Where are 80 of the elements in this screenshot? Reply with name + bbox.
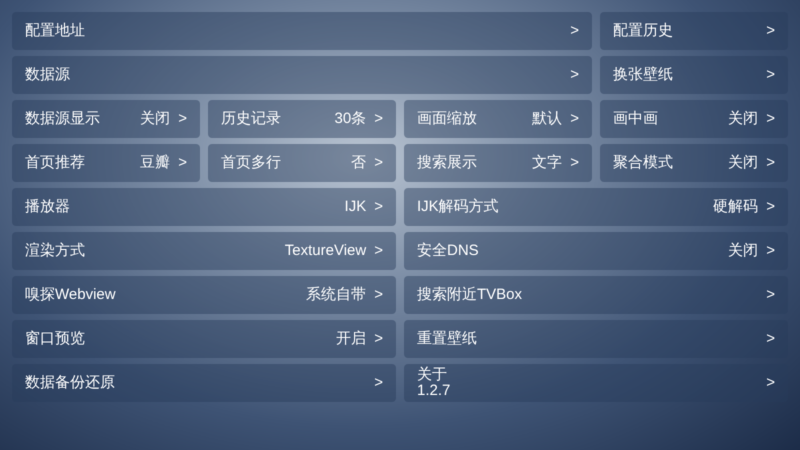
setting-item[interactable]: 重置壁纸 > <box>404 320 788 358</box>
arrow-icon: > <box>766 372 775 394</box>
setting-value: 文字 <box>532 152 562 173</box>
arrow-icon: > <box>570 64 579 86</box>
setting-item[interactable]: 数据源显示 关闭 > <box>12 100 200 138</box>
setting-label: 数据备份还原 <box>25 372 115 393</box>
setting-label: 搜索附近TVBox <box>417 284 522 305</box>
setting-label: 渲染方式 <box>25 240 85 261</box>
setting-label: 首页多行 <box>221 152 281 173</box>
setting-value: 开启 <box>336 328 366 349</box>
setting-item[interactable]: 首页多行 否 > <box>208 144 396 182</box>
setting-value: 否 <box>351 152 366 173</box>
arrow-icon: > <box>374 240 383 262</box>
arrow-icon: > <box>374 284 383 306</box>
arrow-icon: > <box>766 108 775 130</box>
arrow-icon: > <box>766 240 775 262</box>
arrow-icon: > <box>766 284 775 306</box>
arrow-icon: > <box>374 372 383 394</box>
setting-value: 默认 <box>532 108 562 129</box>
setting-label: 聚合模式 <box>613 152 673 173</box>
setting-value: 关闭 <box>728 108 758 129</box>
setting-label: 安全DNS <box>417 240 479 261</box>
setting-version: 1.2.7 <box>417 383 450 399</box>
setting-item[interactable]: IJK解码方式 硬解码 > <box>404 188 788 226</box>
setting-value: 豆瓣 <box>140 152 170 173</box>
setting-item[interactable]: 窗口预览 开启 > <box>12 320 396 358</box>
setting-value: 关闭 <box>728 152 758 173</box>
setting-item[interactable]: 安全DNS 关闭 > <box>404 232 788 270</box>
arrow-icon: > <box>178 152 187 174</box>
arrow-icon: > <box>766 196 775 218</box>
setting-label: 配置历史 <box>613 20 673 41</box>
setting-label: 画中画 <box>613 108 658 129</box>
setting-item[interactable]: 配置地址 > <box>12 12 592 50</box>
setting-label: 搜索展示 <box>417 152 477 173</box>
setting-label: 数据源 <box>25 64 70 85</box>
setting-label: 首页推荐 <box>25 152 85 173</box>
arrow-icon: > <box>766 20 775 42</box>
arrow-icon: > <box>570 20 579 42</box>
setting-label: 历史记录 <box>221 108 281 129</box>
setting-item[interactable]: 渲染方式 TextureView > <box>12 232 396 270</box>
arrow-icon: > <box>766 152 775 174</box>
arrow-icon: > <box>766 328 775 350</box>
setting-value: TextureView <box>284 240 366 261</box>
arrow-icon: > <box>766 64 775 86</box>
setting-item[interactable]: 播放器 IJK > <box>12 188 396 226</box>
setting-item[interactable]: 数据备份还原 > <box>12 364 396 402</box>
setting-value: 硬解码 <box>713 196 758 217</box>
setting-value: 30条 <box>334 108 366 129</box>
setting-label: 窗口预览 <box>25 328 85 349</box>
setting-item[interactable]: 首页推荐 豆瓣 > <box>12 144 200 182</box>
setting-label: 重置壁纸 <box>417 328 477 349</box>
setting-label: 关于 <box>417 367 448 383</box>
setting-item[interactable]: 嗅探Webview 系统自带 > <box>12 276 396 314</box>
setting-item[interactable]: 搜索附近TVBox > <box>404 276 788 314</box>
arrow-icon: > <box>570 108 579 130</box>
setting-label: 数据源显示 <box>25 108 100 129</box>
setting-value: 关闭 <box>728 240 758 261</box>
setting-value: IJK <box>344 196 366 217</box>
setting-item[interactable]: 配置历史 > <box>600 12 788 50</box>
arrow-icon: > <box>178 108 187 130</box>
setting-label: 画面缩放 <box>417 108 477 129</box>
setting-label: 嗅探Webview <box>25 284 116 305</box>
setting-item[interactable]: 画中画 关闭 > <box>600 100 788 138</box>
setting-item[interactable]: 换张壁纸 > <box>600 56 788 94</box>
setting-value: 系统自带 <box>306 284 366 305</box>
setting-item[interactable]: 搜索展示 文字 > <box>404 144 592 182</box>
setting-item[interactable]: 聚合模式 关闭 > <box>600 144 788 182</box>
arrow-icon: > <box>374 328 383 350</box>
arrow-icon: > <box>374 108 383 130</box>
setting-label: 换张壁纸 <box>613 64 673 85</box>
setting-label: 播放器 <box>25 196 70 217</box>
setting-value: 关闭 <box>140 108 170 129</box>
arrow-icon: > <box>374 196 383 218</box>
setting-item[interactable]: 历史记录 30条 > <box>208 100 396 138</box>
setting-label: 配置地址 <box>25 20 85 41</box>
setting-label: IJK解码方式 <box>417 196 499 217</box>
arrow-icon: > <box>374 152 383 174</box>
setting-item[interactable]: 画面缩放 默认 > <box>404 100 592 138</box>
arrow-icon: > <box>570 152 579 174</box>
setting-item[interactable]: 数据源 > <box>12 56 592 94</box>
